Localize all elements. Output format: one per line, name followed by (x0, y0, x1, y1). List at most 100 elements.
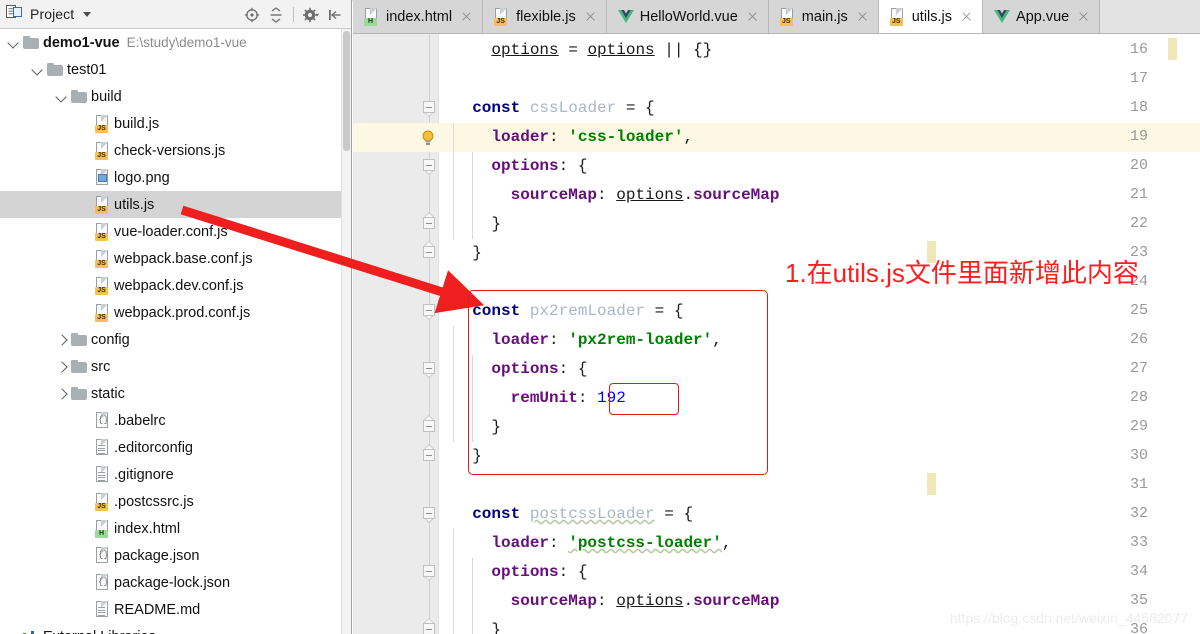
tree-item-logo-png[interactable]: logo.png (0, 164, 341, 191)
tree-item--postcssrc-js[interactable]: JS.postcssrc.js (0, 488, 341, 515)
close-icon[interactable] (584, 10, 597, 23)
tree-item-config[interactable]: config (0, 326, 341, 353)
code-line-19: loader: 'css-loader', (453, 123, 693, 152)
tree-item-webpack-base-conf-js[interactable]: JSwebpack.base.conf.js (0, 245, 341, 272)
code-line-20: options: { (453, 152, 587, 181)
code-line-34: options: { (453, 558, 587, 587)
code-line-36: } (453, 616, 501, 634)
close-icon[interactable] (960, 10, 973, 23)
tree-item-build-js[interactable]: JSbuild.js (0, 110, 341, 137)
tree-spacer (78, 521, 93, 536)
code-line-29: } (453, 413, 501, 442)
toolbar-separator (293, 7, 294, 22)
fold-marker-end-30[interactable] (423, 449, 436, 462)
close-icon[interactable] (746, 10, 759, 23)
indent-guide (472, 152, 473, 239)
tree-item-webpack-dev-conf-js[interactable]: JSwebpack.dev.conf.js (0, 272, 341, 299)
close-icon[interactable] (460, 10, 473, 23)
tree-spacer (78, 305, 93, 320)
tree-item-test01[interactable]: test01 (0, 56, 341, 83)
annotation-note: 1.在utils.js文件里面新增此内容 (785, 255, 1185, 292)
project-path-label: E:\study\demo1-vue (127, 35, 247, 50)
editor-tab-index-html[interactable]: Hindex.html (353, 0, 483, 33)
tree-item-label: vue-loader.conf.js (114, 224, 228, 240)
fold-marker-end-23[interactable] (423, 246, 436, 259)
editor-tab-label: flexible.js (516, 9, 576, 25)
fold-marker-collapse-20[interactable] (423, 159, 436, 172)
editor-tab-utils-js[interactable]: JSutils.js (879, 0, 983, 33)
ide-window: Project (0, 0, 1200, 634)
watermark: https://blog.csdn.net/weixin_44582077 (950, 610, 1188, 626)
tree-spacer (78, 170, 93, 185)
fold-marker-collapse-25[interactable] (423, 304, 436, 317)
json-file-icon: {} (95, 547, 110, 564)
fold-marker-end-29[interactable] (423, 420, 436, 433)
tree-item-label: webpack.prod.conf.js (114, 305, 250, 321)
project-tree-scrollbar[interactable] (341, 29, 351, 634)
tree-item-label: utils.js (114, 197, 154, 213)
chevron-right-icon[interactable] (54, 359, 69, 374)
chevron-right-icon[interactable] (54, 332, 69, 347)
editor-tab-label: main.js (802, 9, 848, 25)
tree-item-src[interactable]: src (0, 353, 341, 380)
editor-tab-bar[interactable]: Hindex.htmlJSflexible.jsHelloWorld.vueJS… (353, 0, 1200, 34)
html-file-icon: H (95, 520, 110, 537)
tree-item-external-libraries[interactable]: External Libraries (0, 623, 341, 634)
tree-item-build[interactable]: build (0, 83, 341, 110)
tree-item-utils-js[interactable]: JSutils.js (0, 191, 341, 218)
folder-icon (71, 387, 87, 400)
fold-marker-collapse-32[interactable] (423, 507, 436, 520)
code-line-18: const cssLoader = { (453, 94, 655, 123)
lightbulb-icon[interactable] (421, 130, 435, 148)
tree-item--babelrc[interactable]: {}.babelrc (0, 407, 341, 434)
chevron-down-icon[interactable] (54, 89, 69, 104)
close-icon[interactable] (1077, 10, 1090, 23)
project-file-tree[interactable]: demo1-vueE:\study\demo1-vuetest01buildJS… (0, 29, 341, 634)
chevron-down-icon[interactable] (83, 12, 91, 17)
tree-item--gitignore[interactable]: .gitignore (0, 461, 341, 488)
tree-item-package-json[interactable]: {}package.json (0, 542, 341, 569)
tree-item-label: index.html (114, 521, 180, 537)
fold-marker-end-22[interactable] (423, 217, 436, 230)
tree-spacer (78, 440, 93, 455)
indent-guide (453, 326, 454, 442)
close-icon[interactable] (856, 10, 869, 23)
collapse-all-icon[interactable] (265, 4, 287, 26)
js-file-icon: JS (95, 196, 110, 213)
code-line-25: const px2remLoader = { (453, 297, 683, 326)
editor-tab-app-vue[interactable]: App.vue (983, 0, 1100, 33)
vue-file-icon (994, 10, 1009, 23)
tree-item-readme-md[interactable]: README.md (0, 596, 341, 623)
project-tree-scroll-thumb[interactable] (343, 31, 350, 151)
tree-item-webpack-prod-conf-js[interactable]: JSwebpack.prod.conf.js (0, 299, 341, 326)
tree-item-vue-loader-conf-js[interactable]: JSvue-loader.conf.js (0, 218, 341, 245)
fold-marker-collapse-18[interactable] (423, 101, 436, 114)
chevron-right-icon[interactable] (54, 386, 69, 401)
tree-spacer (78, 602, 93, 617)
gear-icon[interactable] (300, 4, 322, 26)
project-title-group[interactable]: Project (0, 4, 91, 25)
tree-item-static[interactable]: static (0, 380, 341, 407)
caret-line-16 (1168, 38, 1177, 60)
tree-item-label: test01 (67, 62, 107, 78)
tree-item-label: webpack.dev.conf.js (114, 278, 244, 294)
tree-item-package-lock-json[interactable]: {}package-lock.json (0, 569, 341, 596)
tree-item-check-versions-js[interactable]: JScheck-versions.js (0, 137, 341, 164)
code-text[interactable]: options = options || {} const cssLoader … (439, 34, 1200, 634)
hide-panel-icon[interactable] (324, 4, 346, 26)
chevron-down-icon[interactable] (30, 62, 45, 77)
editor-area: Hindex.htmlJSflexible.jsHelloWorld.vueJS… (353, 0, 1200, 634)
fold-marker-end-36[interactable] (423, 623, 436, 634)
editor-tab-main-js[interactable]: JSmain.js (769, 0, 879, 33)
code-line-30: } (453, 442, 482, 471)
tree-item-index-html[interactable]: Hindex.html (0, 515, 341, 542)
chevron-down-icon[interactable] (6, 35, 21, 50)
tree-item--editorconfig[interactable]: .editorconfig (0, 434, 341, 461)
locate-target-icon[interactable] (241, 4, 263, 26)
fold-marker-collapse-27[interactable] (423, 362, 436, 375)
tree-item-demo1-vue[interactable]: demo1-vueE:\study\demo1-vue (0, 29, 341, 56)
fold-marker-collapse-34[interactable] (423, 565, 436, 578)
editor-tab-helloworld-vue[interactable]: HelloWorld.vue (607, 0, 769, 33)
editor-tab-flexible-js[interactable]: JSflexible.js (483, 0, 607, 33)
code-editor[interactable]: 1617181920212223242526272829303132333435… (353, 34, 1200, 634)
